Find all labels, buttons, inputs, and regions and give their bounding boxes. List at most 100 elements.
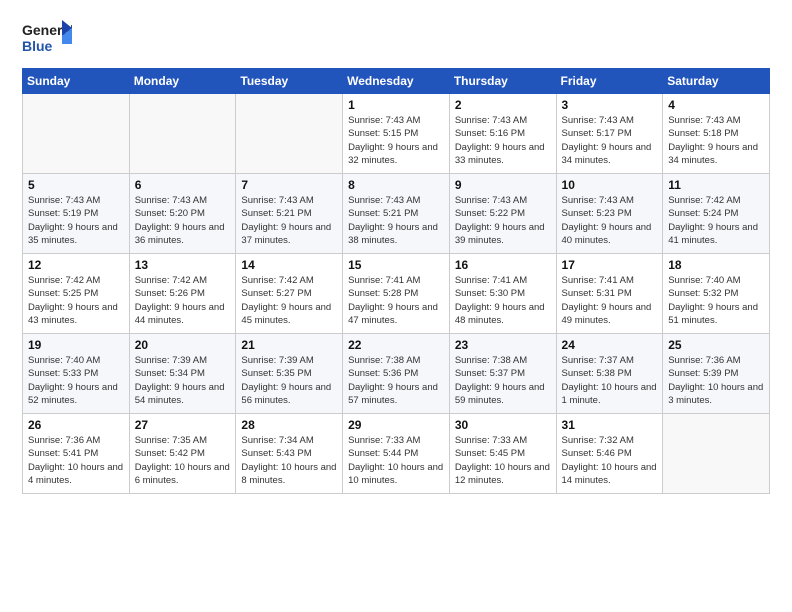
day-cell-18: 18 Sunrise: 7:40 AM Sunset: 5:32 PM Dayli… <box>663 254 770 334</box>
day-number: 2 <box>455 98 551 112</box>
week-row-3: 19 Sunrise: 7:40 AM Sunset: 5:33 PM Dayli… <box>23 334 770 414</box>
day-cell-16: 16 Sunrise: 7:41 AM Sunset: 5:30 PM Dayli… <box>449 254 556 334</box>
day-info: Sunrise: 7:43 AM Sunset: 5:16 PM Dayligh… <box>455 114 551 167</box>
day-info: Sunrise: 7:36 AM Sunset: 5:41 PM Dayligh… <box>28 434 124 487</box>
week-row-2: 12 Sunrise: 7:42 AM Sunset: 5:25 PM Dayli… <box>23 254 770 334</box>
day-number: 12 <box>28 258 124 272</box>
day-cell-4: 4 Sunrise: 7:43 AM Sunset: 5:18 PM Daylig… <box>663 94 770 174</box>
day-number: 31 <box>562 418 658 432</box>
day-number: 16 <box>455 258 551 272</box>
weekday-header-wednesday: Wednesday <box>343 69 450 94</box>
day-info: Sunrise: 7:43 AM Sunset: 5:15 PM Dayligh… <box>348 114 444 167</box>
day-info: Sunrise: 7:39 AM Sunset: 5:35 PM Dayligh… <box>241 354 337 407</box>
day-cell-14: 14 Sunrise: 7:42 AM Sunset: 5:27 PM Dayli… <box>236 254 343 334</box>
day-number: 8 <box>348 178 444 192</box>
day-info: Sunrise: 7:43 AM Sunset: 5:23 PM Dayligh… <box>562 194 658 247</box>
day-number: 27 <box>135 418 231 432</box>
day-cell-27: 27 Sunrise: 7:35 AM Sunset: 5:42 PM Dayli… <box>129 414 236 494</box>
day-cell-31: 31 Sunrise: 7:32 AM Sunset: 5:46 PM Dayli… <box>556 414 663 494</box>
header: GeneralBlue <box>22 18 770 58</box>
day-info: Sunrise: 7:42 AM Sunset: 5:26 PM Dayligh… <box>135 274 231 327</box>
day-number: 3 <box>562 98 658 112</box>
weekday-header-monday: Monday <box>129 69 236 94</box>
day-info: Sunrise: 7:33 AM Sunset: 5:44 PM Dayligh… <box>348 434 444 487</box>
day-info: Sunrise: 7:35 AM Sunset: 5:42 PM Dayligh… <box>135 434 231 487</box>
weekday-header-saturday: Saturday <box>663 69 770 94</box>
day-number: 24 <box>562 338 658 352</box>
day-number: 18 <box>668 258 764 272</box>
day-number: 13 <box>135 258 231 272</box>
day-info: Sunrise: 7:41 AM Sunset: 5:28 PM Dayligh… <box>348 274 444 327</box>
weekday-header-friday: Friday <box>556 69 663 94</box>
day-info: Sunrise: 7:42 AM Sunset: 5:25 PM Dayligh… <box>28 274 124 327</box>
day-cell-21: 21 Sunrise: 7:39 AM Sunset: 5:35 PM Dayli… <box>236 334 343 414</box>
day-cell-30: 30Sunrise: 7:33 AM Sunset: 5:45 PM Dayli… <box>449 414 556 494</box>
day-info: Sunrise: 7:43 AM Sunset: 5:19 PM Dayligh… <box>28 194 124 247</box>
week-row-4: 26 Sunrise: 7:36 AM Sunset: 5:41 PM Dayli… <box>23 414 770 494</box>
day-cell-28: 28 Sunrise: 7:34 AM Sunset: 5:43 PM Dayli… <box>236 414 343 494</box>
empty-cell <box>23 94 130 174</box>
day-info: Sunrise: 7:38 AM Sunset: 5:37 PM Dayligh… <box>455 354 551 407</box>
day-cell-9: 9Sunrise: 7:43 AM Sunset: 5:22 PM Daylig… <box>449 174 556 254</box>
day-info: Sunrise: 7:33 AM Sunset: 5:45 PM Dayligh… <box>455 434 551 487</box>
day-info: Sunrise: 7:38 AM Sunset: 5:36 PM Dayligh… <box>348 354 444 407</box>
day-number: 9 <box>455 178 551 192</box>
page: GeneralBlue SundayMondayTuesdayWednesday… <box>0 0 792 612</box>
day-info: Sunrise: 7:39 AM Sunset: 5:34 PM Dayligh… <box>135 354 231 407</box>
day-cell-25: 25 Sunrise: 7:36 AM Sunset: 5:39 PM Dayli… <box>663 334 770 414</box>
day-number: 1 <box>348 98 444 112</box>
day-cell-1: 1 Sunrise: 7:43 AM Sunset: 5:15 PM Daylig… <box>343 94 450 174</box>
day-info: Sunrise: 7:37 AM Sunset: 5:38 PM Dayligh… <box>562 354 658 407</box>
day-cell-24: 24 Sunrise: 7:37 AM Sunset: 5:38 PM Dayli… <box>556 334 663 414</box>
logo: GeneralBlue <box>22 18 72 58</box>
day-cell-12: 12 Sunrise: 7:42 AM Sunset: 5:25 PM Dayli… <box>23 254 130 334</box>
day-info: Sunrise: 7:43 AM Sunset: 5:21 PM Dayligh… <box>241 194 337 247</box>
day-cell-22: 22 Sunrise: 7:38 AM Sunset: 5:36 PM Dayli… <box>343 334 450 414</box>
day-number: 28 <box>241 418 337 432</box>
day-cell-2: 2 Sunrise: 7:43 AM Sunset: 5:16 PM Daylig… <box>449 94 556 174</box>
day-number: 17 <box>562 258 658 272</box>
day-info: Sunrise: 7:40 AM Sunset: 5:33 PM Dayligh… <box>28 354 124 407</box>
day-info: Sunrise: 7:41 AM Sunset: 5:30 PM Dayligh… <box>455 274 551 327</box>
weekday-header-tuesday: Tuesday <box>236 69 343 94</box>
day-cell-29: 29 Sunrise: 7:33 AM Sunset: 5:44 PM Dayli… <box>343 414 450 494</box>
day-number: 26 <box>28 418 124 432</box>
day-number: 29 <box>348 418 444 432</box>
day-number: 25 <box>668 338 764 352</box>
day-cell-7: 7 Sunrise: 7:43 AM Sunset: 5:21 PM Daylig… <box>236 174 343 254</box>
day-info: Sunrise: 7:41 AM Sunset: 5:31 PM Dayligh… <box>562 274 658 327</box>
empty-cell <box>663 414 770 494</box>
day-number: 7 <box>241 178 337 192</box>
day-number: 11 <box>668 178 764 192</box>
day-info: Sunrise: 7:36 AM Sunset: 5:39 PM Dayligh… <box>668 354 764 407</box>
day-number: 14 <box>241 258 337 272</box>
day-info: Sunrise: 7:40 AM Sunset: 5:32 PM Dayligh… <box>668 274 764 327</box>
day-info: Sunrise: 7:32 AM Sunset: 5:46 PM Dayligh… <box>562 434 658 487</box>
empty-cell <box>129 94 236 174</box>
day-cell-13: 13 Sunrise: 7:42 AM Sunset: 5:26 PM Dayli… <box>129 254 236 334</box>
day-info: Sunrise: 7:34 AM Sunset: 5:43 PM Dayligh… <box>241 434 337 487</box>
weekday-header-row: SundayMondayTuesdayWednesdayThursdayFrid… <box>23 69 770 94</box>
day-number: 19 <box>28 338 124 352</box>
logo-svg: GeneralBlue <box>22 18 72 58</box>
day-number: 21 <box>241 338 337 352</box>
day-number: 10 <box>562 178 658 192</box>
day-number: 4 <box>668 98 764 112</box>
day-cell-3: 3Sunrise: 7:43 AM Sunset: 5:17 PM Daylig… <box>556 94 663 174</box>
week-row-0: 1 Sunrise: 7:43 AM Sunset: 5:15 PM Daylig… <box>23 94 770 174</box>
day-cell-23: 23Sunrise: 7:38 AM Sunset: 5:37 PM Dayli… <box>449 334 556 414</box>
day-number: 20 <box>135 338 231 352</box>
day-info: Sunrise: 7:43 AM Sunset: 5:21 PM Dayligh… <box>348 194 444 247</box>
day-info: Sunrise: 7:42 AM Sunset: 5:27 PM Dayligh… <box>241 274 337 327</box>
day-number: 15 <box>348 258 444 272</box>
day-cell-8: 8 Sunrise: 7:43 AM Sunset: 5:21 PM Daylig… <box>343 174 450 254</box>
day-number: 22 <box>348 338 444 352</box>
week-row-1: 5Sunrise: 7:43 AM Sunset: 5:19 PM Daylig… <box>23 174 770 254</box>
day-cell-19: 19 Sunrise: 7:40 AM Sunset: 5:33 PM Dayli… <box>23 334 130 414</box>
svg-text:Blue: Blue <box>22 38 53 54</box>
weekday-header-thursday: Thursday <box>449 69 556 94</box>
empty-cell <box>236 94 343 174</box>
day-number: 6 <box>135 178 231 192</box>
day-cell-17: 17 Sunrise: 7:41 AM Sunset: 5:31 PM Dayli… <box>556 254 663 334</box>
day-info: Sunrise: 7:43 AM Sunset: 5:18 PM Dayligh… <box>668 114 764 167</box>
